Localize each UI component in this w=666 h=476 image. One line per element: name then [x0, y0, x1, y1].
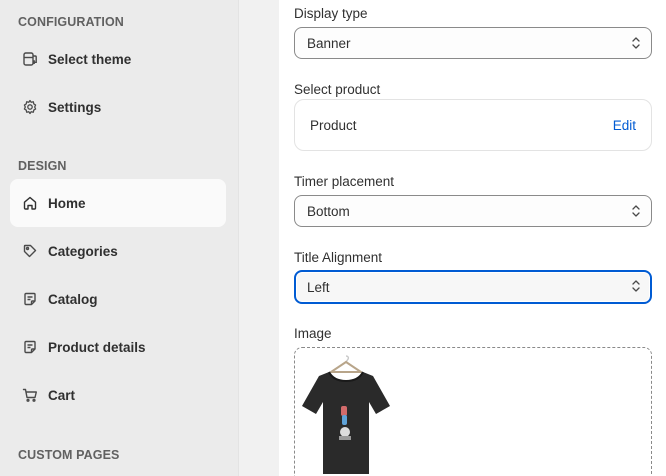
tag-icon [22, 243, 38, 259]
select-chevron-icon [632, 280, 640, 292]
display-type-value: Banner [307, 35, 351, 51]
sidebar-item-label: Product details [48, 339, 146, 355]
sidebar: CONFIGURATION Select theme Settings DESI… [0, 0, 238, 476]
catalog-icon [22, 291, 38, 307]
product-picker: Product Edit [294, 99, 652, 151]
display-type-label: Display type [294, 6, 368, 21]
tshirt-product-image [302, 355, 390, 474]
title-alignment-label: Title Alignment [294, 250, 383, 265]
panel-divider [238, 0, 279, 476]
theme-icon [22, 51, 38, 67]
product-label: Product [310, 117, 357, 133]
gear-icon [22, 99, 38, 115]
catalog-icon [22, 339, 38, 355]
sidebar-item-label: Cart [48, 387, 76, 403]
display-type-select[interactable]: Banner [294, 27, 652, 59]
edit-product-link[interactable]: Edit [613, 118, 636, 133]
sidebar-item-categories[interactable]: Categories [10, 227, 226, 275]
home-icon [22, 195, 38, 211]
sidebar-item-label: Select theme [48, 51, 132, 67]
sidebar-item-label: Categories [48, 243, 118, 259]
select-chevron-icon [632, 205, 640, 217]
timer-placement-value: Bottom [307, 203, 350, 219]
select-product-label: Select product [294, 82, 381, 97]
title-alignment-select[interactable]: Left [294, 270, 652, 304]
sidebar-item-catalog[interactable]: Catalog [10, 275, 226, 323]
image-dropzone[interactable] [294, 347, 652, 476]
sidebar-item-settings[interactable]: Settings [10, 83, 226, 131]
sidebar-item-label: Catalog [48, 291, 98, 307]
timer-placement-select[interactable]: Bottom [294, 195, 652, 227]
select-chevron-icon [632, 37, 640, 49]
sidebar-item-label: Home [48, 195, 86, 211]
settings-panel: Display type Banner Select product Produ… [279, 0, 666, 476]
image-label: Image [294, 326, 332, 341]
section-title-configuration: CONFIGURATION [18, 15, 124, 29]
sidebar-item-select-theme[interactable]: Select theme [10, 35, 226, 83]
section-title-design: DESIGN [18, 159, 67, 173]
sidebar-item-label: Settings [48, 99, 102, 115]
cart-icon [22, 387, 38, 403]
sidebar-item-product-details[interactable]: Product details [10, 323, 226, 371]
section-title-custom-pages: CUSTOM PAGES [18, 448, 120, 462]
sidebar-item-home[interactable]: Home [10, 179, 226, 227]
timer-placement-label: Timer placement [294, 174, 395, 189]
sidebar-item-cart[interactable]: Cart [10, 371, 226, 419]
title-alignment-value: Left [307, 279, 330, 295]
